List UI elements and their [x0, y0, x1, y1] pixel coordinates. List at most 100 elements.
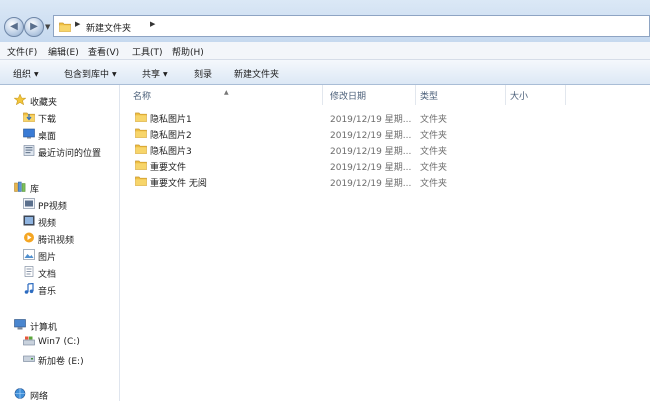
computer-icon — [14, 319, 26, 330]
sidebar-group-computer[interactable]: 计算机 — [0, 317, 119, 333]
documents-library-icon — [24, 266, 34, 277]
video-library-icon — [23, 215, 35, 226]
file-type: 文件夹 — [420, 131, 448, 141]
folder-icon — [135, 111, 147, 122]
drive-icon — [23, 355, 35, 362]
column-divider[interactable] — [565, 85, 566, 105]
menu-view[interactable]: 查看(V) — [88, 45, 119, 58]
organize-button[interactable]: 组织 ▼ — [13, 67, 39, 80]
sidebar-item-label: 图片 — [38, 253, 57, 263]
sidebar-group-label: 计算机 — [30, 323, 58, 333]
sort-ascending-icon: ▲ — [224, 89, 229, 96]
system-drive-icon — [23, 336, 35, 346]
sidebar-item-label: 视频 — [38, 219, 57, 229]
file-type: 文件夹 — [420, 179, 448, 189]
sidebar-item-videos[interactable]: 视频 — [0, 213, 119, 229]
new-folder-button[interactable]: 新建文件夹 — [234, 67, 279, 80]
column-header-row: 名称 ▲ 修改日期 类型 大小 — [120, 85, 650, 105]
tencent-video-icon — [24, 232, 34, 243]
sidebar-item-label: PP视频 — [38, 202, 67, 212]
column-header-size[interactable]: 大小 — [510, 89, 528, 102]
folder-icon — [135, 127, 147, 138]
list-item[interactable]: 隐私图片3 2019/12/19 星期... 文件夹 — [120, 141, 650, 157]
folder-icon — [135, 143, 147, 154]
desktop-icon — [23, 128, 35, 139]
include-label: 包含到库中 — [64, 70, 110, 80]
folder-icon — [59, 21, 71, 32]
file-type: 文件夹 — [420, 163, 448, 173]
share-button[interactable]: 共享 ▼ — [142, 67, 168, 80]
file-name: 重要文件 — [150, 163, 187, 173]
download-folder-icon — [23, 111, 35, 122]
chevron-down-icon: ▼ — [34, 71, 39, 78]
organize-label: 组织 — [13, 70, 32, 80]
sidebar-item-label: 桌面 — [38, 132, 57, 142]
sidebar-item-recent-places[interactable]: 最近访问的位置 — [0, 143, 119, 159]
breadcrumb-current[interactable]: 新建文件夹 — [86, 21, 131, 34]
sidebar-group-network[interactable]: 网络 — [0, 386, 119, 402]
sidebar-group-libraries[interactable]: 库 — [0, 179, 119, 195]
file-name: 重要文件 无阅 — [150, 179, 207, 189]
sidebar-item-downloads[interactable]: 下载 — [0, 109, 119, 125]
sidebar-item-label: 文档 — [38, 270, 57, 280]
sidebar-item-tencent-video[interactable]: 腾讯视频 — [0, 230, 119, 246]
file-modified: 2019/12/19 星期... — [330, 179, 412, 189]
file-name: 隐私图片1 — [150, 115, 192, 125]
file-list: 名称 ▲ 修改日期 类型 大小 隐私图片1 2019/12/19 星期... 文… — [120, 85, 650, 401]
include-in-library-button[interactable]: 包含到库中 ▼ — [64, 67, 117, 80]
address-bar[interactable]: ▶ 新建文件夹 ▶ — [53, 15, 650, 37]
list-item[interactable]: 隐私图片2 2019/12/19 星期... 文件夹 — [120, 125, 650, 141]
sidebar-item-music[interactable]: 音乐 — [0, 281, 119, 297]
sidebar-group-label: 库 — [30, 185, 40, 195]
file-modified: 2019/12/19 星期... — [330, 163, 412, 173]
sidebar-item-label: Win7 (C:) — [38, 337, 80, 347]
sidebar-item-label: 音乐 — [38, 287, 57, 297]
menu-file[interactable]: 文件(F) — [7, 45, 37, 58]
column-header-name[interactable]: 名称 — [133, 89, 151, 102]
chevron-down-icon: ▼ — [163, 71, 168, 78]
file-name: 隐私图片3 — [150, 147, 192, 157]
sidebar-item-drive-c[interactable]: Win7 (C:) — [0, 334, 119, 350]
list-item[interactable]: 重要文件 无阅 2019/12/19 星期... 文件夹 — [120, 173, 650, 189]
column-header-modified[interactable]: 修改日期 — [330, 89, 366, 102]
column-divider[interactable] — [505, 85, 506, 105]
file-name: 隐私图片2 — [150, 131, 192, 141]
network-icon — [14, 388, 26, 399]
file-modified: 2019/12/19 星期... — [330, 147, 412, 157]
column-divider[interactable] — [415, 85, 416, 105]
sidebar-item-label: 最近访问的位置 — [38, 149, 102, 159]
pp-video-icon — [23, 198, 35, 209]
menu-bar: 文件(F) 编辑(E) 查看(V) 工具(T) 帮助(H) — [0, 42, 650, 60]
sidebar-item-pp-video[interactable]: PP视频 — [0, 196, 119, 212]
command-bar: 组织 ▼ 包含到库中 ▼ 共享 ▼ 刻录 新建文件夹 — [0, 60, 650, 85]
sidebar-group-label: 网络 — [30, 392, 49, 402]
column-divider[interactable] — [322, 85, 323, 105]
breadcrumb-chevron-icon[interactable]: ▶ — [150, 20, 155, 28]
sidebar-item-label: 腾讯视频 — [38, 236, 75, 246]
list-item[interactable]: 重要文件 2019/12/19 星期... 文件夹 — [120, 157, 650, 173]
forward-button[interactable]: ▶ — [24, 17, 44, 37]
column-header-type[interactable]: 类型 — [420, 89, 438, 102]
menu-tools[interactable]: 工具(T) — [132, 45, 163, 58]
pictures-library-icon — [23, 249, 35, 260]
folder-icon — [135, 159, 147, 170]
sidebar-item-drive-e[interactable]: 新加卷 (E:) — [0, 351, 119, 367]
burn-button[interactable]: 刻录 — [194, 67, 212, 80]
folder-icon — [135, 175, 147, 186]
sidebar-group-favorites[interactable]: 收藏夹 — [0, 92, 119, 108]
list-item[interactable]: 隐私图片1 2019/12/19 星期... 文件夹 — [120, 109, 650, 125]
sidebar-item-documents[interactable]: 文档 — [0, 264, 119, 280]
recent-places-icon — [23, 145, 35, 156]
sidebar-item-desktop[interactable]: 桌面 — [0, 126, 119, 142]
menu-edit[interactable]: 编辑(E) — [48, 45, 79, 58]
breadcrumb-chevron-icon[interactable]: ▶ — [75, 20, 80, 28]
library-icon — [14, 181, 26, 192]
share-label: 共享 — [142, 70, 161, 80]
music-library-icon — [24, 283, 34, 294]
recent-pages-dropdown-icon[interactable]: ▼ — [45, 23, 50, 31]
menu-help[interactable]: 帮助(H) — [172, 45, 204, 58]
file-type: 文件夹 — [420, 147, 448, 157]
address-bar-area: ◀ ▶ ▼ ▶ 新建文件夹 ▶ — [0, 0, 650, 42]
back-button[interactable]: ◀ — [4, 17, 24, 37]
sidebar-item-pictures[interactable]: 图片 — [0, 247, 119, 263]
